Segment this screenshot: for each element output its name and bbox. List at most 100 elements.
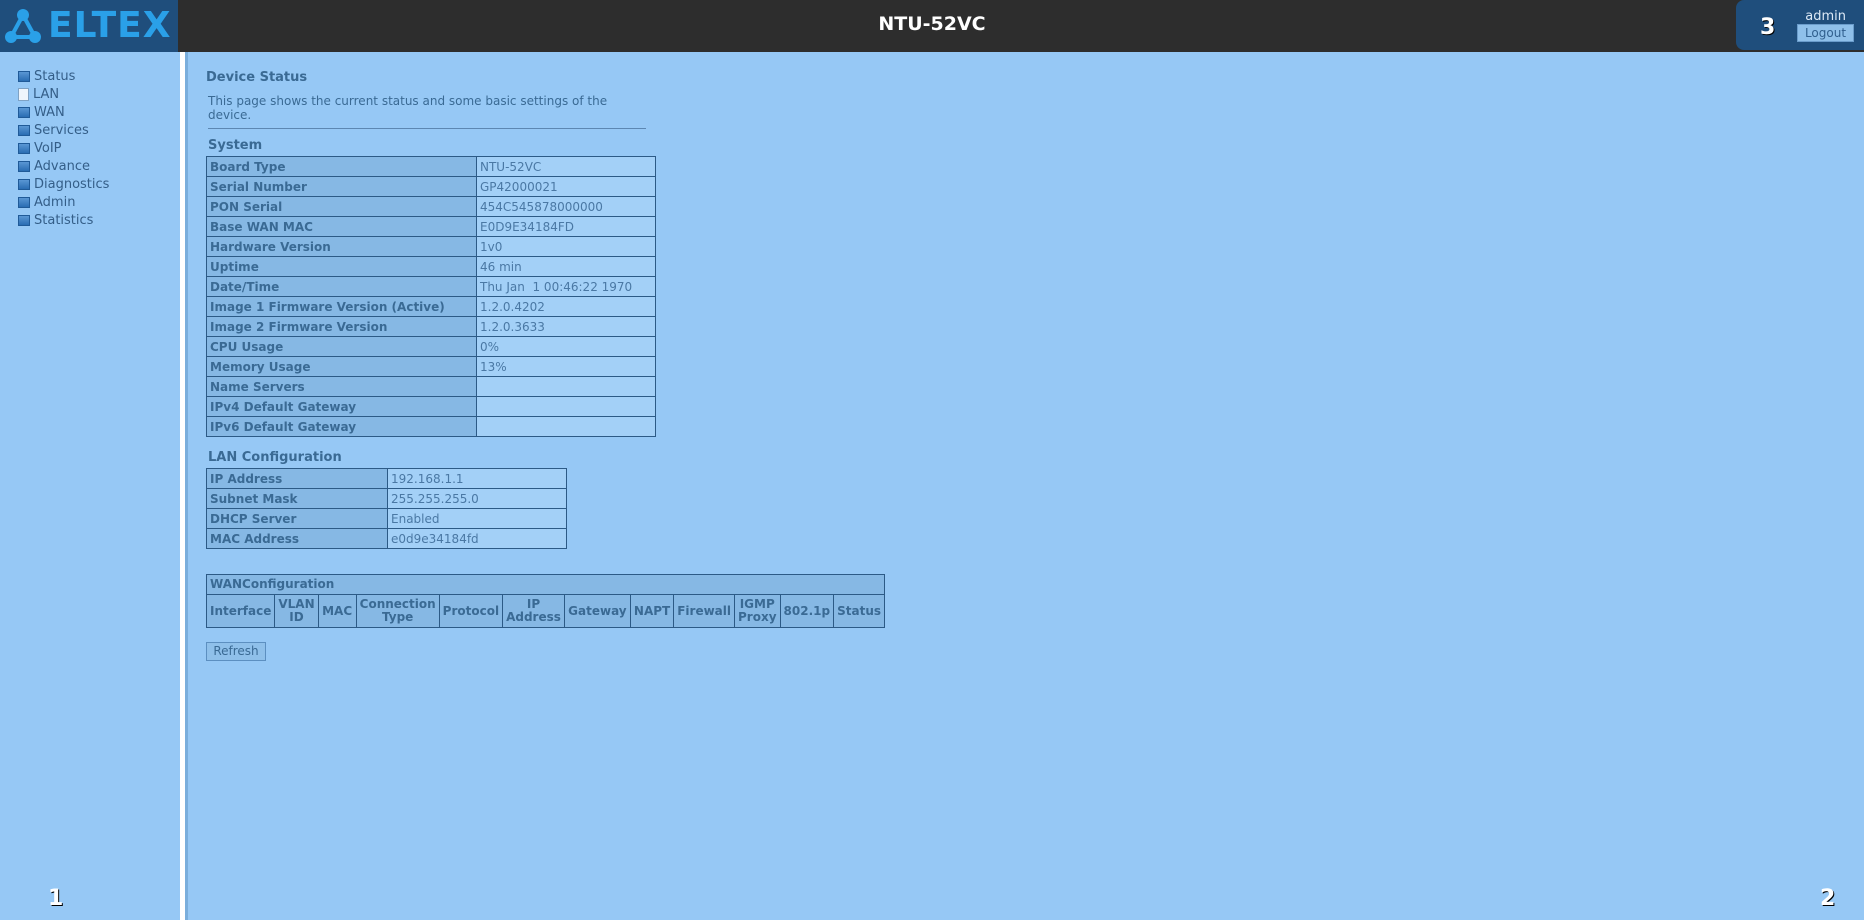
table-key: Image 2 Firmware Version <box>206 316 477 337</box>
table-value: Thu Jan 1 00:46:22 1970 <box>476 276 656 297</box>
table-key: Memory Usage <box>206 356 477 377</box>
table-key: CPU Usage <box>206 336 477 357</box>
sidebar-item-lan[interactable]: LAN <box>18 85 109 103</box>
wan-section-title: WANConfiguration <box>205 574 886 595</box>
column-header-protocol: Protocol <box>438 594 504 628</box>
folder-icon <box>18 196 30 208</box>
table-value <box>476 376 656 397</box>
table-key: Uptime <box>206 256 477 277</box>
sidebar-item-label: Statistics <box>34 212 94 228</box>
table-value: 1.2.0.4202 <box>476 296 656 317</box>
column-header-ip-address: IP Address <box>502 594 565 628</box>
folder-icon <box>18 106 30 118</box>
page-description: This page shows the current status and s… <box>208 94 646 129</box>
table-row: Base WAN MAC E0D9E34184FD <box>206 216 656 237</box>
column-header-igmp-proxy: IGMP Proxy <box>734 594 781 628</box>
folder-icon <box>18 214 30 226</box>
table-key: PON Serial <box>206 196 477 217</box>
table-row: PON Serial 454C545878000000 <box>206 196 656 217</box>
table-key: Board Type <box>206 156 477 177</box>
table-value: 1v0 <box>476 236 656 257</box>
table-value: GP42000021 <box>476 176 656 197</box>
column-header-connection-type: Connection Type <box>355 594 440 628</box>
table-value: 255.255.255.0 <box>387 488 567 509</box>
column-header-mac: MAC <box>317 594 357 628</box>
column-header-firewall: Firewall <box>673 594 735 628</box>
table-key: Date/Time <box>206 276 477 297</box>
sidebar-item-admin[interactable]: Admin <box>18 193 109 211</box>
table-value: E0D9E34184FD <box>476 216 656 237</box>
sidebar-corner-number: 1 <box>48 886 64 911</box>
table-row: MAC Address e0d9e34184fd <box>206 528 567 549</box>
table-value: 454C545878000000 <box>476 196 656 217</box>
sidebar-item-advance[interactable]: Advance <box>18 157 109 175</box>
wan-config-table: WANConfiguration Interface VLAN ID MAC C… <box>205 574 886 628</box>
refresh-button[interactable]: Refresh <box>206 642 266 661</box>
column-header-status: Status <box>833 594 886 628</box>
table-header-row: Interface VLAN ID MAC Connection Type Pr… <box>205 594 886 628</box>
sidebar-item-voip[interactable]: VoIP <box>18 139 109 157</box>
table-value: 192.168.1.1 <box>387 468 567 489</box>
main-corner-number: 2 <box>1820 886 1836 911</box>
table-key: Hardware Version <box>206 236 477 257</box>
page-title: Device Status <box>206 70 308 85</box>
table-row: Date/Time Thu Jan 1 00:46:22 1970 <box>206 276 656 297</box>
document-icon <box>18 87 29 101</box>
sidebar-item-wan[interactable]: WAN <box>18 103 109 121</box>
logout-button[interactable]: Logout <box>1797 24 1854 42</box>
user-panel-number: 3 <box>1760 15 1776 40</box>
table-row: Image 2 Firmware Version 1.2.0.3633 <box>206 316 656 337</box>
user-panel: 3 admin Logout <box>1736 0 1864 50</box>
sidebar-item-statistics[interactable]: Statistics <box>18 211 109 229</box>
table-value <box>476 416 656 437</box>
table-row: Board Type NTU-52VC <box>206 156 656 177</box>
sidebar-item-label: LAN <box>33 86 60 102</box>
sidebar-item-label: Status <box>34 68 76 84</box>
table-value: e0d9e34184fd <box>387 528 567 549</box>
table-row: DHCP Server Enabled <box>206 508 567 529</box>
column-header-8021p: 802.1p <box>779 594 835 628</box>
table-value: 13% <box>476 356 656 377</box>
folder-icon <box>18 124 30 136</box>
sidebar: Status LAN WAN Services VoIP Advance Dia… <box>0 52 180 920</box>
main-content: Device Status This page shows the curren… <box>188 52 1864 920</box>
table-row: Serial Number GP42000021 <box>206 176 656 197</box>
table-value <box>476 396 656 417</box>
column-header-napt: NAPT <box>629 594 675 628</box>
lan-section-title: LAN Configuration <box>208 450 342 465</box>
table-row: IPv6 Default Gateway <box>206 416 656 437</box>
sidebar-item-label: Admin <box>34 194 76 210</box>
table-row: Memory Usage 13% <box>206 356 656 377</box>
table-key: Serial Number <box>206 176 477 197</box>
system-section-title: System <box>208 138 263 153</box>
folder-icon <box>18 178 30 190</box>
table-value: 46 min <box>476 256 656 277</box>
table-row: CPU Usage 0% <box>206 336 656 357</box>
table-row: Image 1 Firmware Version (Active) 1.2.0.4… <box>206 296 656 317</box>
table-row: Name Servers <box>206 376 656 397</box>
table-caption-row: WANConfiguration <box>205 574 886 595</box>
column-header-interface: Interface <box>205 594 276 628</box>
sidebar-item-status[interactable]: Status <box>18 67 109 85</box>
table-key: Base WAN MAC <box>206 216 477 237</box>
sidebar-item-label: Diagnostics <box>34 176 110 192</box>
sidebar-item-diagnostics[interactable]: Diagnostics <box>18 175 109 193</box>
table-row: IPv4 Default Gateway <box>206 396 656 417</box>
sidebar-nav: Status LAN WAN Services VoIP Advance Dia… <box>18 67 109 229</box>
sidebar-item-services[interactable]: Services <box>18 121 109 139</box>
table-row: Subnet Mask 255.255.255.0 <box>206 488 567 509</box>
table-key: IPv4 Default Gateway <box>206 396 477 417</box>
folder-icon <box>18 142 30 154</box>
lan-config-table: IP Address 192.168.1.1 Subnet Mask 255.255… <box>206 468 567 549</box>
table-key: Image 1 Firmware Version (Active) <box>206 296 477 317</box>
table-key: IP Address <box>206 468 388 489</box>
table-value: 1.2.0.3633 <box>476 316 656 337</box>
table-row: Uptime 46 min <box>206 256 656 277</box>
top-bar: ELTEX NTU-52VC 3 admin Logout <box>0 0 1864 52</box>
folder-icon <box>18 70 30 82</box>
table-value: 0% <box>476 336 656 357</box>
username-label: admin <box>1805 9 1846 24</box>
system-table: Board Type NTU-52VC Serial Number GP420000… <box>206 156 656 437</box>
sidebar-item-label: VoIP <box>34 140 62 156</box>
sidebar-item-label: Services <box>34 122 89 138</box>
